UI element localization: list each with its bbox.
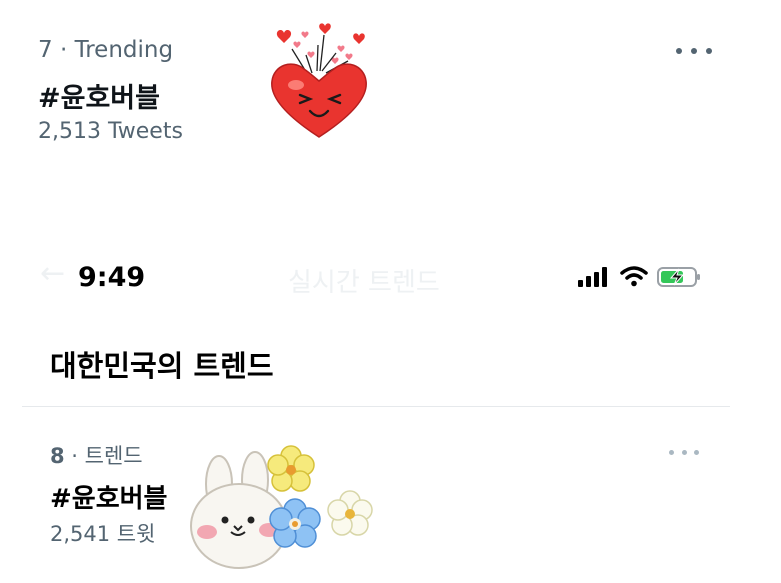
trend-rank: 8 <box>50 444 65 468</box>
back-arrow-icon[interactable]: ← <box>40 256 65 291</box>
dot <box>669 449 674 455</box>
wifi-icon <box>620 266 648 287</box>
dot <box>676 48 682 54</box>
trend-hashtag[interactable]: #윤호버블 <box>50 478 167 515</box>
dot <box>681 449 687 455</box>
more-horizontal-icon[interactable] <box>669 447 699 457</box>
status-time: 9:49 <box>78 262 146 293</box>
dot <box>694 449 699 455</box>
battery-charging-icon <box>657 267 700 287</box>
heart-sticker-icon <box>271 23 367 138</box>
trend-meta: 7 · Trending <box>38 37 174 63</box>
trend-meta: 8 · 트렌드 <box>50 440 143 470</box>
trend-tweet-count: 2,541 트윗 <box>50 522 156 546</box>
trend-hashtag[interactable]: #윤호버블 <box>38 76 160 115</box>
trend-meta-label: · 트렌드 <box>64 444 143 468</box>
bunny-flowers-sticker-icon <box>190 445 373 569</box>
more-horizontal-icon[interactable] <box>676 38 712 64</box>
dot <box>706 48 712 54</box>
cellular-signal-icon <box>578 267 607 287</box>
divider <box>22 406 730 407</box>
dot <box>691 48 697 54</box>
section-title: 대한민국의 트렌드 <box>50 349 274 383</box>
faded-header-title: 실시간 트렌드 <box>288 268 440 298</box>
trend-tweet-count: 2,513 Tweets <box>38 119 183 144</box>
